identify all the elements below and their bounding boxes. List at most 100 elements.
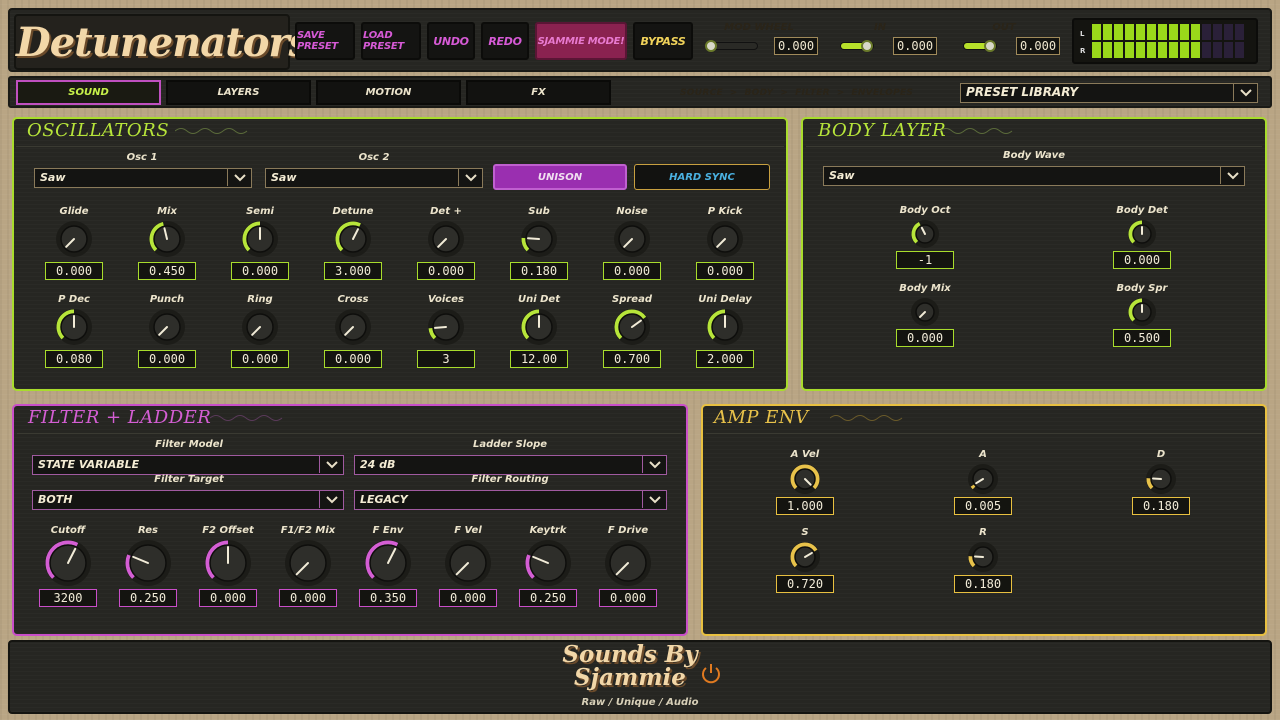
sjammie-mode-button[interactable]: SJAMMIE MODE! (535, 22, 627, 60)
knob-dial[interactable] (55, 220, 93, 258)
knob-value-field[interactable]: 0.000 (439, 589, 497, 607)
save-preset-button[interactable]: SAVE PRESET (295, 22, 355, 60)
knob-body-mix[interactable]: Body Mix 0.000 (885, 283, 965, 347)
knob-dial[interactable] (789, 541, 821, 573)
knob-dial[interactable] (124, 539, 172, 587)
knob-value-field[interactable]: 0.080 (45, 350, 103, 368)
knob-r[interactable]: R 0.180 (943, 527, 1023, 593)
knob-sub[interactable]: Sub 0.180 (499, 206, 579, 280)
knob-dial[interactable] (967, 541, 999, 573)
knob-mix[interactable]: Mix 0.450 (127, 206, 207, 280)
knob-dial[interactable] (910, 219, 940, 249)
knob-value-field[interactable]: 1.000 (776, 497, 834, 515)
knob-dial[interactable] (604, 539, 652, 587)
knob-voices[interactable]: Voices 3 (406, 294, 486, 368)
knob-cutoff[interactable]: Cutoff 3200 (28, 525, 108, 607)
knob-value-field[interactable]: 0.000 (324, 350, 382, 368)
osc2-wave-dropdown[interactable]: Saw (265, 168, 483, 188)
tab-layers[interactable]: LAYERS (166, 80, 311, 105)
knob-f-drive[interactable]: F Drive 0.000 (588, 525, 668, 607)
ladder-slope-dropdown[interactable]: 24 dB (354, 455, 667, 475)
input-value[interactable]: 0.000 (893, 37, 937, 55)
knob-dial[interactable] (967, 463, 999, 495)
output-value[interactable]: 0.000 (1016, 37, 1060, 55)
filter-target-dropdown[interactable]: BOTH (32, 490, 344, 510)
knob-uni-delay[interactable]: Uni Delay 2.000 (685, 294, 765, 368)
knob-dial[interactable] (364, 539, 412, 587)
knob-punch[interactable]: Punch 0.000 (127, 294, 207, 368)
tab-fx[interactable]: FX (466, 80, 611, 105)
knob-value-field[interactable]: 0.180 (1132, 497, 1190, 515)
knob-dial[interactable] (706, 220, 744, 258)
tab-motion[interactable]: MOTION (316, 80, 461, 105)
knob-dial[interactable] (910, 297, 940, 327)
knob-f-vel[interactable]: F Vel 0.000 (428, 525, 508, 607)
knob-value-field[interactable]: 0.700 (603, 350, 661, 368)
knob-dial[interactable] (613, 308, 651, 346)
knob-dial[interactable] (789, 463, 821, 495)
knob-dial[interactable] (706, 308, 744, 346)
knob-value-field[interactable]: 0.000 (279, 589, 337, 607)
tab-sound[interactable]: SOUND (16, 80, 161, 105)
knob-res[interactable]: Res 0.250 (108, 525, 188, 607)
knob-value-field[interactable]: 0.180 (510, 262, 568, 280)
knob-body-oct[interactable]: Body Oct -1 (885, 205, 965, 269)
input-gain-slider[interactable] (840, 40, 874, 52)
knob-value-field[interactable]: 3200 (39, 589, 97, 607)
knob-value-field[interactable]: 0.180 (954, 575, 1012, 593)
body-wave-dropdown[interactable]: Saw (823, 166, 1245, 186)
knob-dial[interactable] (284, 539, 332, 587)
knob-value-field[interactable]: 0.720 (776, 575, 834, 593)
knob-s[interactable]: S 0.720 (765, 527, 845, 593)
osc1-wave-dropdown[interactable]: Saw (34, 168, 252, 188)
knob-dial[interactable] (1127, 219, 1157, 249)
knob-dial[interactable] (241, 220, 279, 258)
bypass-button[interactable]: BYPASS (633, 22, 693, 60)
knob-dial[interactable] (334, 308, 372, 346)
knob-dial[interactable] (520, 308, 558, 346)
knob-value-field[interactable]: 0.250 (519, 589, 577, 607)
knob-dial[interactable] (427, 220, 465, 258)
hard-sync-button[interactable]: HARD SYNC (634, 164, 770, 190)
knob-dial[interactable] (148, 220, 186, 258)
load-preset-button[interactable]: LOAD PRESET (361, 22, 421, 60)
knob-cross[interactable]: Cross 0.000 (313, 294, 393, 368)
knob-dial[interactable] (1145, 463, 1177, 495)
knob-detune[interactable]: Detune 3.000 (313, 206, 393, 280)
knob-value-field[interactable]: 0.000 (599, 589, 657, 607)
knob-dial[interactable] (444, 539, 492, 587)
knob-dial[interactable] (241, 308, 279, 346)
knob-det[interactable]: Det + 0.000 (406, 206, 486, 280)
knob-semi[interactable]: Semi 0.000 (220, 206, 300, 280)
knob-value-field[interactable]: 0.000 (138, 350, 196, 368)
knob-f1-f2-mix[interactable]: F1/F2 Mix 0.000 (268, 525, 348, 607)
knob-value-field[interactable]: -1 (896, 251, 954, 269)
knob-dial[interactable] (334, 220, 372, 258)
mod-wheel-value[interactable]: 0.000 (774, 37, 818, 55)
knob-body-det[interactable]: Body Det 0.000 (1102, 205, 1182, 269)
knob-dial[interactable] (427, 308, 465, 346)
knob-dial[interactable] (204, 539, 252, 587)
knob-value-field[interactable]: 0.450 (138, 262, 196, 280)
knob-dial[interactable] (55, 308, 93, 346)
knob-value-field[interactable]: 12.00 (510, 350, 568, 368)
knob-dial[interactable] (613, 220, 651, 258)
knob-f-env[interactable]: F Env 0.350 (348, 525, 428, 607)
knob-uni-det[interactable]: Uni Det 12.00 (499, 294, 579, 368)
knob-value-field[interactable]: 3 (417, 350, 475, 368)
knob-value-field[interactable]: 0.350 (359, 589, 417, 607)
knob-dial[interactable] (44, 539, 92, 587)
knob-value-field[interactable]: 3.000 (324, 262, 382, 280)
knob-value-field[interactable]: 0.000 (231, 350, 289, 368)
knob-keytrk[interactable]: Keytrk 0.250 (508, 525, 588, 607)
knob-a-vel[interactable]: A Vel 1.000 (765, 449, 845, 515)
knob-body-spr[interactable]: Body Spr 0.500 (1102, 283, 1182, 347)
filter-model-dropdown[interactable]: STATE VARIABLE (32, 455, 344, 475)
knob-ring[interactable]: Ring 0.000 (220, 294, 300, 368)
knob-value-field[interactable]: 0.000 (896, 329, 954, 347)
knob-value-field[interactable]: 0.000 (231, 262, 289, 280)
knob-value-field[interactable]: 2.000 (696, 350, 754, 368)
knob-a[interactable]: A 0.005 (943, 449, 1023, 515)
knob-p-dec[interactable]: P Dec 0.080 (34, 294, 114, 368)
knob-value-field[interactable]: 0.000 (696, 262, 754, 280)
